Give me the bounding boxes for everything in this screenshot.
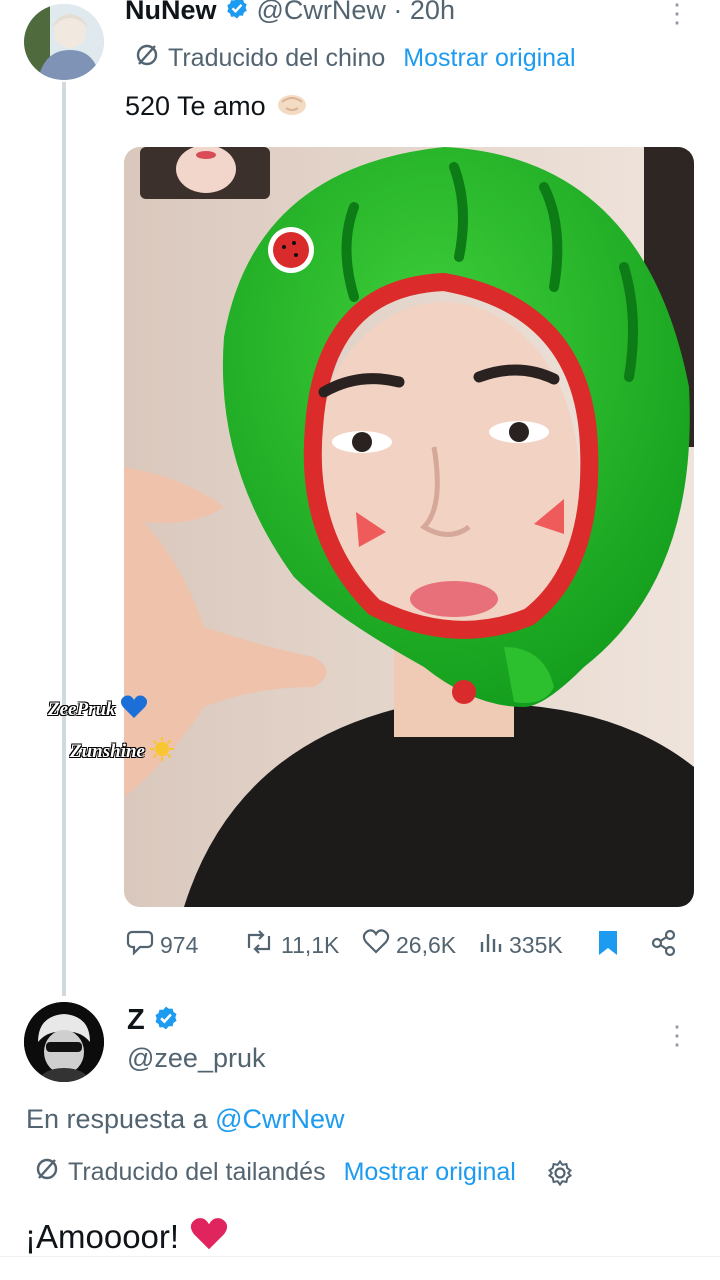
tweet1-media[interactable] xyxy=(124,147,694,907)
reply-prefix: En respuesta a xyxy=(26,1104,208,1134)
author-name[interactable]: NuNew xyxy=(125,0,217,26)
translate-icon xyxy=(34,1156,60,1189)
show-original-link[interactable]: Mostrar original xyxy=(344,1158,516,1187)
tweet2-text-row: ¡Amoooor! xyxy=(25,1216,229,1257)
media-overlay-line1: ZeePruk xyxy=(48,694,148,725)
reply-context: En respuesta a @CwrNew xyxy=(26,1104,345,1135)
author-name[interactable]: Z xyxy=(127,1004,145,1037)
reply-action[interactable]: 974 xyxy=(126,928,198,962)
translated-label: Traducido del tailandés xyxy=(68,1158,326,1186)
views-icon xyxy=(479,928,503,962)
repost-action[interactable]: 11,1K xyxy=(243,928,339,962)
views-count: 335K xyxy=(509,931,563,958)
overlay-text-1: ZeePruk xyxy=(48,698,116,720)
show-original-link[interactable]: Mostrar original xyxy=(403,44,575,73)
heart-emoji xyxy=(189,1216,229,1257)
settings-icon[interactable] xyxy=(546,1159,574,1187)
thread-line xyxy=(62,82,66,996)
repost-count: 11,1K xyxy=(281,931,340,958)
translate-icon xyxy=(134,42,160,75)
like-count: 26,6K xyxy=(396,931,457,958)
blue-heart-emoji xyxy=(120,694,148,725)
reply-to-link[interactable]: @CwrNew xyxy=(215,1104,344,1134)
repost-icon xyxy=(243,928,275,962)
like-action[interactable]: 26,6K xyxy=(362,928,456,962)
avatar-image xyxy=(24,4,104,80)
reply-count: 974 xyxy=(160,931,199,958)
overlay-text-2: Zunshine xyxy=(70,740,145,762)
reply-icon xyxy=(126,928,154,962)
zee-avatar[interactable] xyxy=(24,1002,104,1082)
sun-emoji xyxy=(149,736,175,767)
bookmark-icon[interactable] xyxy=(596,929,620,962)
views-action[interactable]: 335K xyxy=(479,928,563,962)
tweet1-header: NuNew @CwrNew · 20h xyxy=(125,0,455,28)
translated-label: Traducido del chino xyxy=(168,44,386,72)
hands-emoji xyxy=(276,90,308,123)
translation-row: Traducido del chino Mostrar original xyxy=(134,42,576,75)
avatar-image xyxy=(24,1002,104,1082)
verified-icon xyxy=(225,0,249,25)
tweet2-text: ¡Amoooor! xyxy=(25,1217,180,1255)
verified-icon xyxy=(153,1005,179,1036)
bottom-divider xyxy=(0,1256,720,1257)
media-overlay-line2: Zunshine xyxy=(70,736,175,767)
translation-row: Traducido del tailandés Mostrar original xyxy=(34,1156,574,1189)
more-icon[interactable]: ⋮ xyxy=(664,1022,690,1048)
share-icon[interactable] xyxy=(650,929,678,962)
tweet1-text: 520 Te amo xyxy=(125,91,266,121)
tweet1-text-row: 520 Te amo xyxy=(125,90,308,123)
handle-time: @CwrNew · 20h xyxy=(256,0,455,25)
media-image xyxy=(124,147,694,907)
tweet2-handle: @zee_pruk xyxy=(127,1043,266,1073)
nunew-avatar[interactable] xyxy=(24,4,104,80)
more-icon[interactable]: ⋮ xyxy=(664,0,690,26)
like-icon xyxy=(362,928,390,962)
tweet2-header: Z xyxy=(127,1004,179,1037)
